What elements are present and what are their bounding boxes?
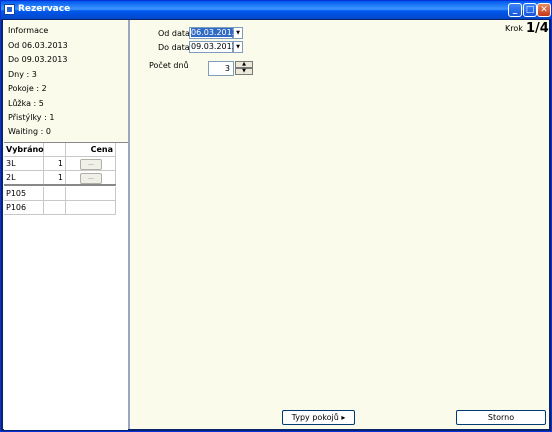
info-beds: Lůžka : 5: [8, 99, 44, 108]
row-price: ...: [66, 157, 116, 170]
room-empty-cell: [44, 187, 66, 200]
title-bar[interactable]: Rezervace _ □ ✕: [1, 1, 551, 19]
room-empty-cell: [44, 201, 66, 214]
price-button[interactable]: ...: [80, 173, 102, 184]
to-date-label: Do data: [158, 43, 190, 52]
price-button[interactable]: ...: [80, 159, 102, 170]
info-waiting: Waiting : 0: [8, 127, 51, 136]
client-area: Informace Od 06.03.2013 Do 09.03.2013 Dn…: [3, 20, 549, 430]
room-row[interactable]: P105: [4, 187, 116, 201]
window-title: Rezervace: [18, 4, 71, 14]
room-name: P106: [4, 201, 44, 214]
info-to: Do 09.03.2013: [8, 55, 68, 64]
days-up-icon[interactable]: ▲: [235, 61, 253, 68]
step-label: Krok: [505, 24, 523, 33]
selected-grid[interactable]: Vybráno Cena 3L 1 ... 2L 1 ... P105 P106: [4, 142, 128, 430]
row-price: ...: [66, 171, 116, 184]
days-down-icon[interactable]: ▼: [235, 68, 253, 75]
row-name: 3L: [4, 157, 44, 170]
room-name: P105: [4, 187, 44, 200]
grid-header: Vybráno Cena: [4, 143, 116, 157]
from-date-value: 06.03.2013: [191, 28, 237, 37]
minimize-button[interactable]: _: [508, 3, 522, 17]
table-row[interactable]: 3L 1 ...: [4, 157, 116, 171]
summary-panel: Informace Od 06.03.2013 Do 09.03.2013 Dn…: [3, 20, 130, 430]
header-price: Cena: [66, 143, 116, 156]
info-from: Od 06.03.2013: [8, 41, 68, 50]
from-date-input[interactable]: 06.03.2013: [189, 27, 237, 39]
room-empty-cell: [66, 201, 116, 214]
maximize-button[interactable]: □: [523, 3, 537, 17]
close-button[interactable]: ✕: [537, 3, 551, 17]
days-stepper[interactable]: 3: [208, 61, 234, 76]
table-row[interactable]: 2L 1 ...: [4, 171, 116, 186]
header-count: [44, 143, 66, 156]
app-icon: [4, 4, 15, 15]
info-heading: Informace: [8, 26, 49, 35]
room-types-button[interactable]: Typy pokojů ▸: [282, 410, 355, 425]
info-rooms: Pokoje : 2: [8, 84, 47, 93]
room-empty-cell: [66, 187, 116, 200]
reservation-window: Rezervace _ □ ✕ Informace Od 06.03.2013 …: [0, 0, 552, 432]
from-date-dropdown-icon[interactable]: ▼: [233, 27, 243, 39]
row-count: 1: [44, 171, 66, 184]
info-days: Dny : 3: [8, 70, 37, 79]
to-date-input[interactable]: 09.03.2013: [189, 41, 237, 53]
row-count: 1: [44, 157, 66, 170]
days-label: Počet dnů: [149, 61, 189, 70]
cancel-button[interactable]: Storno: [456, 410, 546, 425]
step-indicator: 1/4: [526, 21, 549, 36]
room-row[interactable]: P106: [4, 201, 116, 215]
info-extra-beds: Přistýlky : 1: [8, 113, 55, 122]
row-name: 2L: [4, 171, 44, 184]
header-selected: Vybráno: [6, 143, 44, 156]
from-date-label: Od data: [158, 29, 190, 38]
to-date-dropdown-icon[interactable]: ▼: [233, 41, 243, 53]
